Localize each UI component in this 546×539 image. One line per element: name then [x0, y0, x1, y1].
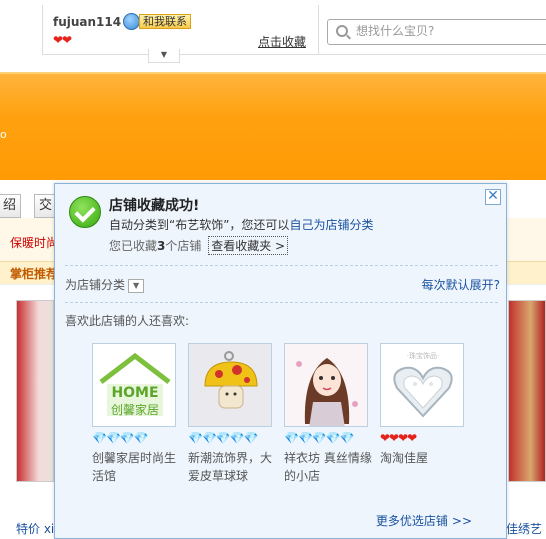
product-link-right[interactable]: 佳绣艺舍: [506, 520, 546, 539]
favorite-count-line: 您已收藏3个店铺 查看收藏夹 >: [109, 236, 289, 255]
seller-rank-hearts: ❤❤: [53, 33, 72, 47]
nav-tab-intro[interactable]: 绍: [0, 194, 22, 218]
shop-name-link[interactable]: 祥衣坊 真丝情缘的小店: [284, 449, 372, 485]
chevron-down-icon[interactable]: ▼: [148, 49, 180, 63]
recommended-shop[interactable]: HOME 创馨家居 💎💎💎💎 创馨家居时尚生活馆: [92, 343, 182, 485]
shop-logo[interactable]: [188, 343, 272, 427]
shop-logo[interactable]: [284, 343, 368, 427]
wangwang-icon[interactable]: [123, 13, 140, 30]
seller-info: fujuan114 和我联系 ❤❤ 点击收藏: [42, 5, 319, 55]
mushroom-charm-icon: [189, 344, 271, 426]
svg-text:创馨家居: 创馨家居: [111, 402, 159, 417]
count-prefix: 您已收藏: [109, 239, 158, 253]
shop-rank-hearts: ❤❤❤❤: [380, 431, 417, 445]
shop-rank-diamonds: 💎💎💎💎💎: [188, 431, 259, 445]
search-box[interactable]: [327, 19, 546, 45]
shop-category-select[interactable]: 为店铺分类 ▼: [65, 276, 145, 293]
success-check-icon: [69, 196, 101, 228]
shop-logo[interactable]: HOME 创馨家居: [92, 343, 176, 427]
more-shops-link[interactable]: 更多优选店铺 >>: [372, 512, 472, 529]
also-like-heading: 喜欢此店铺的人还喜欢:: [65, 314, 190, 328]
recommend-label: 掌柜推荐: [10, 267, 59, 281]
contact-button[interactable]: 和我联系: [139, 14, 191, 29]
divider: [65, 265, 498, 266]
search-icon: [336, 25, 348, 37]
product-thumbnail-left[interactable]: [16, 300, 54, 482]
recommended-shop[interactable]: 💎💎💎💎💎 祥衣坊 真丝情缘的小店: [284, 343, 374, 485]
popup-title: 店铺收藏成功!: [109, 198, 200, 214]
view-favorites-button[interactable]: 查看收藏夹 >: [208, 236, 289, 255]
favorite-success-popup: ✕ 店铺收藏成功! 自动分类到“布艺软饰”，您还可以自己为店铺分类 您已收藏3个…: [54, 183, 507, 539]
svg-text:HOME: HOME: [111, 385, 158, 401]
recommended-shop[interactable]: ·珠宝饰品· ❤❤❤❤ 淘淘佳屋: [380, 343, 470, 467]
shop-name-link[interactable]: 淘淘佳屋: [380, 449, 468, 467]
banner-text-fragment: o: [0, 128, 7, 141]
more-shops-label: 更多优选店铺: [375, 514, 448, 528]
default-expand-link[interactable]: 每次默认展开?: [422, 276, 500, 293]
close-icon[interactable]: ✕: [485, 189, 501, 205]
product-thumbnail-right[interactable]: [508, 300, 546, 482]
shop-name-link[interactable]: 新潮流饰界，大爱皮草球球: [188, 449, 276, 485]
shop-banner: [0, 72, 546, 180]
divider: [65, 302, 498, 303]
double-chevron-right-icon: >>: [451, 514, 472, 528]
shop-name-link[interactable]: 创馨家居时尚生活馆: [92, 449, 180, 485]
search-area: [319, 5, 546, 55]
page: fujuan114 和我联系 ❤❤ 点击收藏 ▼ o 绍 交 保暖时尚 掌柜推荐…: [0, 0, 546, 539]
chevron-down-icon[interactable]: ▼: [128, 278, 145, 293]
favorite-shop-link[interactable]: 点击收藏: [258, 33, 306, 50]
product-link-left[interactable]: 特价 xi: [16, 520, 54, 537]
recommended-shop[interactable]: 💎💎💎💎💎 新潮流饰界，大爱皮草球球: [188, 343, 278, 485]
seller-name[interactable]: fujuan114: [53, 15, 121, 29]
girl-illustration-icon: [285, 344, 367, 426]
shop-rank-diamonds: 💎💎💎💎💎: [284, 431, 355, 445]
shop-logo[interactable]: ·珠宝饰品·: [380, 343, 464, 427]
subnav-text[interactable]: 保暖时尚: [10, 234, 58, 251]
auto-category-text: 自动分类到“布艺软饰”，您还可以: [109, 218, 290, 232]
heart-pendant-icon: ·珠宝饰品·: [381, 344, 463, 426]
auto-category-line: 自动分类到“布艺软饰”，您还可以自己为店铺分类: [109, 216, 373, 233]
category-label: 为店铺分类: [65, 278, 126, 292]
custom-category-link[interactable]: 自己为店铺分类: [289, 218, 373, 232]
shop-rank-diamonds: 💎💎💎💎: [92, 431, 149, 445]
search-input[interactable]: [356, 24, 546, 38]
svg-text:·珠宝饰品·: ·珠宝饰品·: [407, 351, 439, 360]
home-logo-icon: HOME 创馨家居: [93, 344, 175, 426]
count-suffix: 个店铺: [165, 239, 202, 253]
